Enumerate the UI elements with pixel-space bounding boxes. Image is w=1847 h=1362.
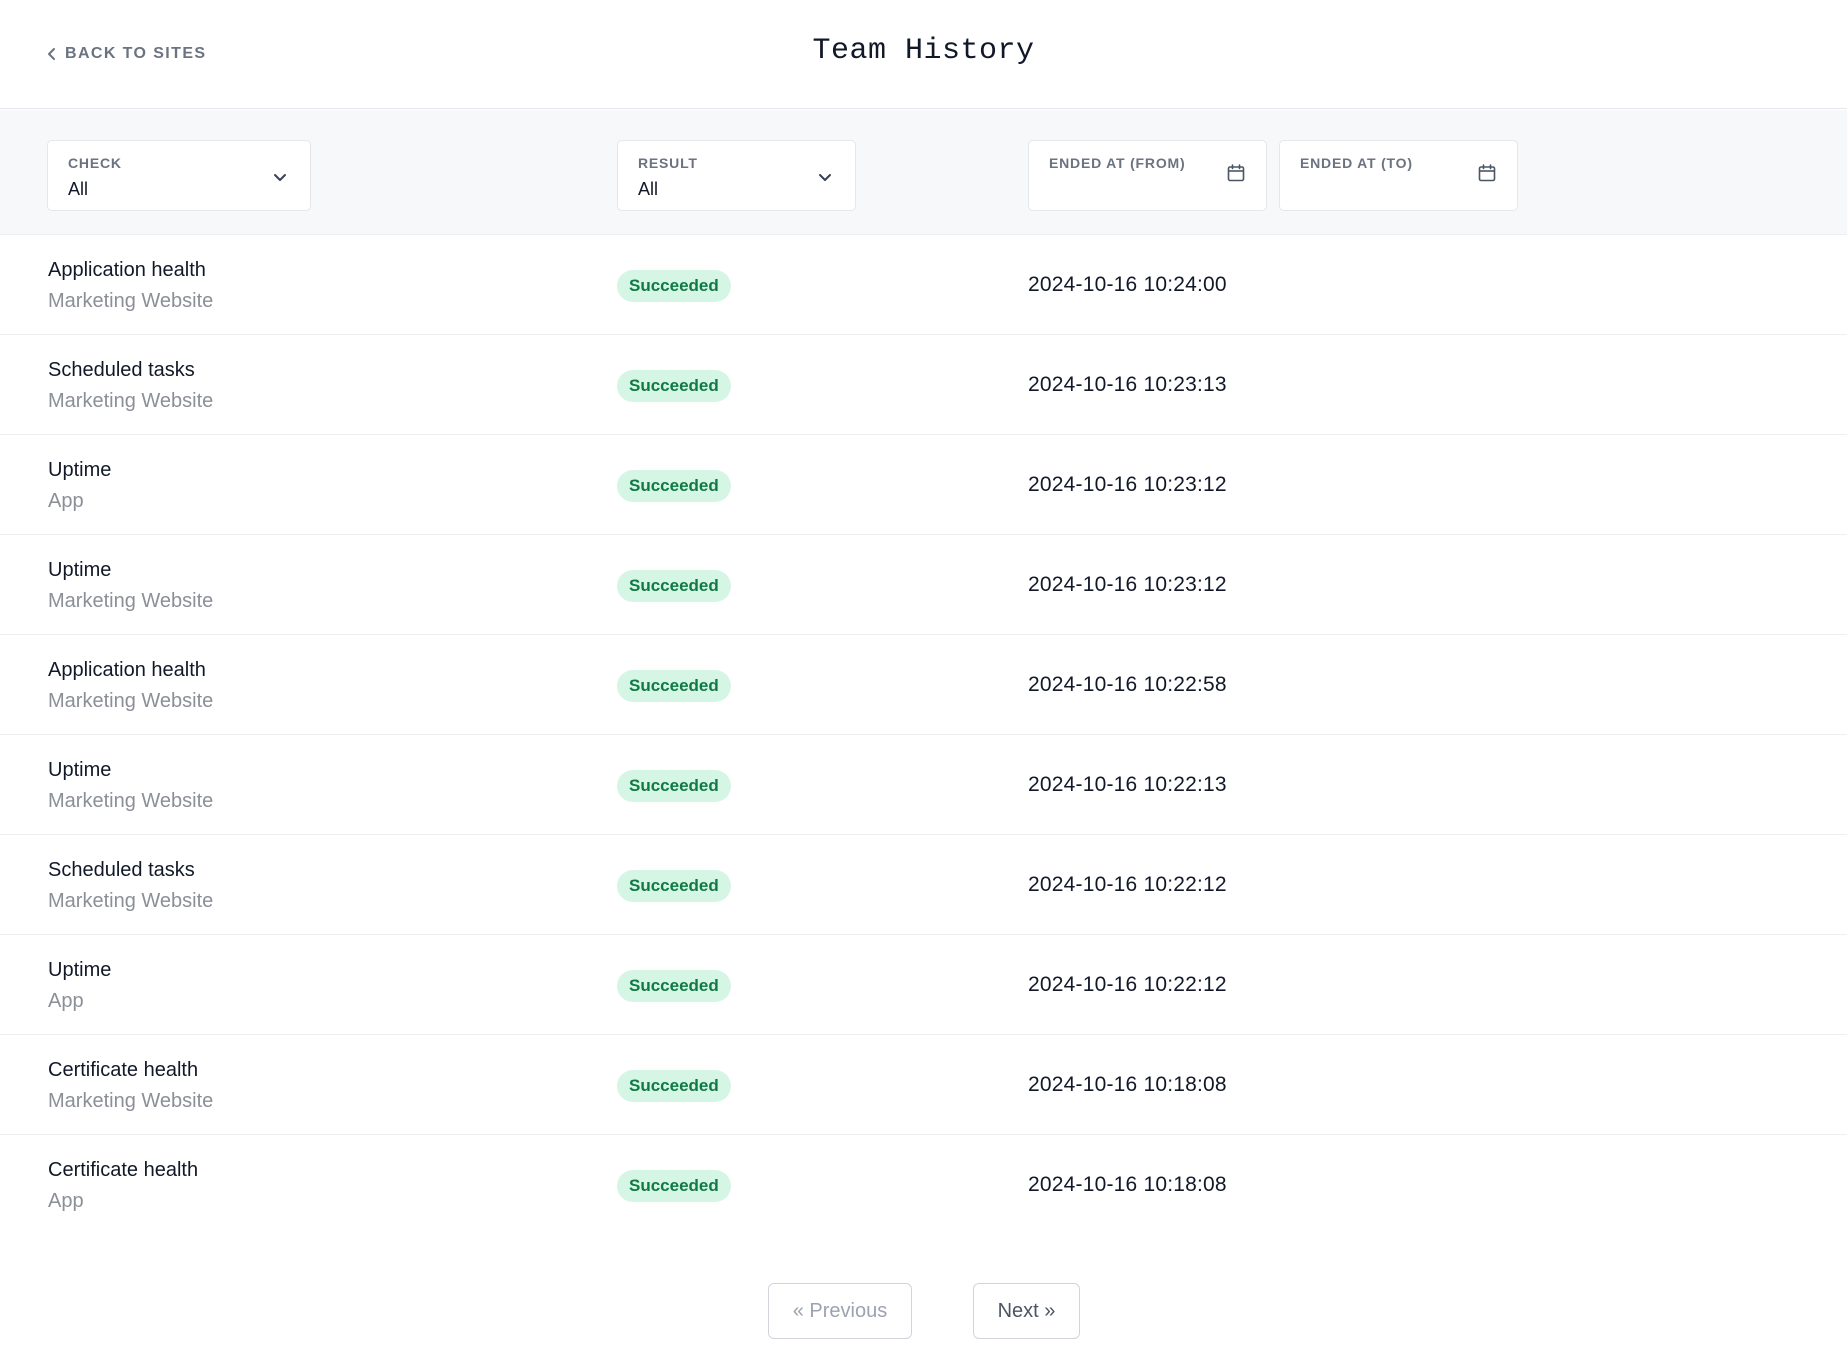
ended-at-timestamp: 2024-10-16 10:18:08 [1028, 1173, 1227, 1196]
team-history-page: BACK TO SITES Team History CHECK All RES… [0, 0, 1847, 1362]
history-row[interactable]: Application health Marketing Website Suc… [0, 235, 1847, 335]
ended-at-from-label: ENDED AT (FROM) [1049, 155, 1186, 171]
ended-at-timestamp: 2024-10-16 10:18:08 [1028, 1073, 1227, 1096]
check-filter-label: CHECK [68, 155, 122, 171]
check-name: Uptime [48, 459, 112, 481]
status-badge: Succeeded [617, 970, 731, 1002]
history-row[interactable]: Uptime Marketing Website Succeeded 2024-… [0, 735, 1847, 835]
ended-at-timestamp: 2024-10-16 10:23:13 [1028, 373, 1227, 396]
site-name: Marketing Website [48, 390, 214, 412]
status-badge: Succeeded [617, 770, 731, 802]
check-filter-select[interactable]: CHECK All [47, 140, 311, 211]
ended-at-to-label: ENDED AT (TO) [1300, 155, 1413, 171]
status-badge: Succeeded [617, 570, 731, 602]
site-name: App [48, 490, 84, 512]
calendar-icon[interactable] [1477, 163, 1497, 183]
status-badge: Succeeded [617, 1170, 731, 1202]
site-name: Marketing Website [48, 290, 214, 312]
check-name: Application health [48, 259, 206, 281]
page-title: Team History [812, 34, 1035, 68]
site-name: Marketing Website [48, 890, 214, 912]
site-name: Marketing Website [48, 690, 214, 712]
history-row[interactable]: Certificate health Marketing Website Suc… [0, 1035, 1847, 1135]
status-badge: Succeeded [617, 470, 731, 502]
status-badge: Succeeded [617, 670, 731, 702]
site-name: Marketing Website [48, 790, 214, 812]
check-name: Scheduled tasks [48, 859, 195, 881]
ended-at-timestamp: 2024-10-16 10:22:12 [1028, 973, 1227, 996]
result-filter-label: RESULT [638, 155, 698, 171]
history-row[interactable]: Uptime App Succeeded 2024-10-16 10:23:12 [0, 435, 1847, 535]
ended-at-timestamp: 2024-10-16 10:24:00 [1028, 273, 1227, 296]
calendar-icon[interactable] [1226, 163, 1246, 183]
site-name: App [48, 990, 84, 1012]
chevron-down-icon [815, 167, 835, 187]
check-name: Uptime [48, 759, 112, 781]
page-header: BACK TO SITES Team History [0, 0, 1847, 109]
site-name: Marketing Website [48, 1090, 214, 1112]
history-row[interactable]: Scheduled tasks Marketing Website Succee… [0, 335, 1847, 435]
status-badge: Succeeded [617, 370, 731, 402]
ended-at-timestamp: 2024-10-16 10:22:12 [1028, 873, 1227, 896]
status-badge: Succeeded [617, 270, 731, 302]
check-name: Certificate health [48, 1159, 199, 1181]
history-row[interactable]: Certificate health App Succeeded 2024-10… [0, 1135, 1847, 1235]
history-row[interactable]: Uptime Marketing Website Succeeded 2024-… [0, 535, 1847, 635]
history-row[interactable]: Uptime App Succeeded 2024-10-16 10:22:12 [0, 935, 1847, 1035]
status-badge: Succeeded [617, 1070, 731, 1102]
history-row[interactable]: Application health Marketing Website Suc… [0, 635, 1847, 735]
ended-at-timestamp: 2024-10-16 10:23:12 [1028, 473, 1227, 496]
previous-page-button[interactable]: « Previous [768, 1283, 912, 1339]
check-name: Uptime [48, 559, 112, 581]
filter-bar: CHECK All RESULT All ENDED AT (FROM) END… [0, 110, 1847, 235]
history-row[interactable]: Scheduled tasks Marketing Website Succee… [0, 835, 1847, 935]
check-name: Uptime [48, 959, 112, 981]
pagination: « Previous Next » [0, 1283, 1847, 1339]
site-name: Marketing Website [48, 590, 214, 612]
check-name: Scheduled tasks [48, 359, 195, 381]
check-name: Certificate health [48, 1059, 199, 1081]
result-filter-select[interactable]: RESULT All [617, 140, 856, 211]
site-name: App [48, 1190, 84, 1212]
ended-at-timestamp: 2024-10-16 10:23:12 [1028, 573, 1227, 596]
check-name: Application health [48, 659, 206, 681]
status-badge: Succeeded [617, 870, 731, 902]
chevron-down-icon [270, 167, 290, 187]
ended-at-timestamp: 2024-10-16 10:22:13 [1028, 773, 1227, 796]
ended-at-to-input[interactable]: ENDED AT (TO) [1279, 140, 1518, 211]
history-list: Application health Marketing Website Suc… [0, 235, 1847, 1235]
ended-at-timestamp: 2024-10-16 10:22:58 [1028, 673, 1227, 696]
result-filter-value: All [638, 179, 659, 199]
ended-at-from-input[interactable]: ENDED AT (FROM) [1028, 140, 1267, 211]
next-page-button[interactable]: Next » [973, 1283, 1080, 1339]
check-filter-value: All [68, 179, 89, 199]
